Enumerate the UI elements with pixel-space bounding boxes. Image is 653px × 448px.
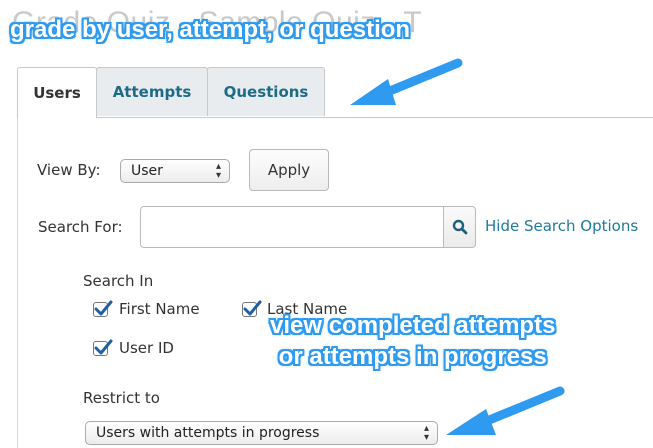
callout-arrow-restrict-icon (446, 386, 565, 435)
tab-users[interactable]: Users (17, 67, 97, 118)
checkmark-icon (94, 300, 113, 316)
checkmark-icon (243, 300, 262, 316)
last-name-checkbox[interactable] (242, 300, 262, 317)
callout-grade-by: grade by user, attempt, or question (10, 16, 411, 43)
tab-bar: Users Attempts Questions (17, 67, 653, 118)
restrict-selected-value: Users with attempts in progress (96, 425, 320, 441)
first-name-label: First Name (119, 300, 200, 318)
tab-attempts[interactable]: Attempts (96, 67, 208, 116)
content-panel-border (17, 117, 18, 448)
search-button[interactable] (443, 206, 476, 248)
up-down-arrows-icon: ▴ ▾ (423, 423, 429, 443)
tab-questions[interactable]: Questions (207, 67, 325, 116)
user-id-checkbox[interactable] (93, 339, 113, 356)
restrict-to-heading: Restrict to (83, 389, 160, 407)
search-for-label: Search For: (38, 218, 123, 236)
search-input[interactable] (140, 206, 444, 248)
callout-attempts-status: view completed attempts or attempts in p… (270, 310, 555, 372)
search-icon (452, 219, 467, 235)
user-id-label: User ID (119, 339, 174, 357)
checkmark-icon (94, 339, 113, 355)
hide-search-options-link[interactable]: Hide Search Options (485, 217, 638, 235)
view-by-selected-value: User (131, 163, 163, 179)
apply-button[interactable]: Apply (249, 149, 329, 191)
up-down-arrows-icon: ▴ ▾ (215, 161, 221, 181)
callout-line-1: view completed attempts (270, 312, 556, 339)
first-name-checkbox[interactable] (93, 300, 113, 317)
view-by-select[interactable]: User ▴ ▾ (120, 159, 230, 183)
restrict-to-select[interactable]: Users with attempts in progress ▴ ▾ (85, 421, 438, 445)
view-by-label: View By: (37, 161, 101, 179)
callout-line-2: or attempts in progress (278, 343, 547, 370)
search-in-heading: Search In (83, 272, 154, 290)
